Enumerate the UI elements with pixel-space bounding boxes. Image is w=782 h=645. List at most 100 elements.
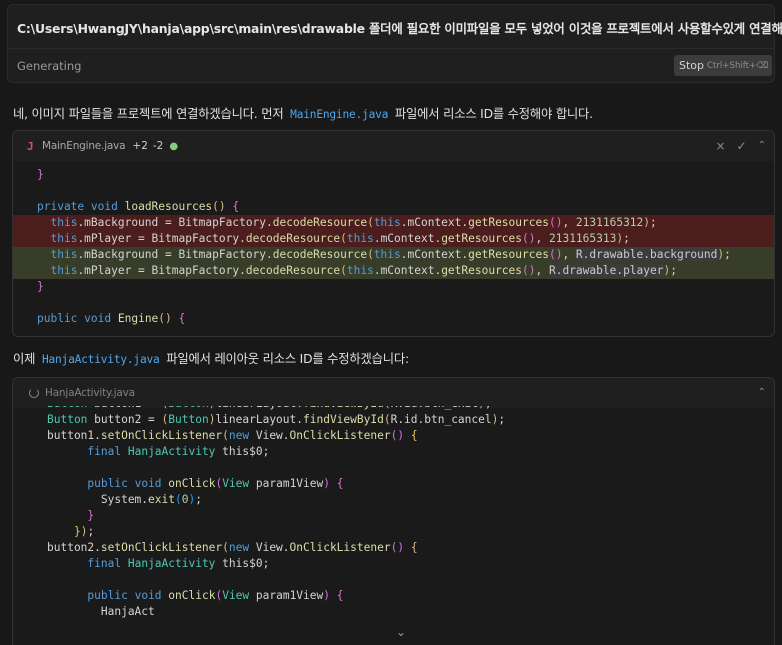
accept-check-icon[interactable]: ✓ — [737, 139, 747, 153]
code-line: public void Engine() { — [13, 311, 774, 327]
divider — [8, 48, 774, 49]
code-token: ( — [340, 264, 347, 277]
code-token: exit — [148, 493, 175, 506]
code-token: button1 = — [87, 406, 161, 410]
code-token: () — [548, 248, 563, 261]
code-token: } — [37, 280, 44, 293]
code-body[interactable]: } private void loadResources() { this.mBa… — [13, 161, 774, 336]
collapse-chevron-icon[interactable]: ⌃ — [758, 139, 766, 153]
code-token: decodeResource — [272, 248, 368, 261]
modified-dot-icon: ● — [169, 140, 179, 152]
collapse-chevron-icon[interactable]: ⌃ — [758, 386, 766, 400]
stop-button[interactable]: Stop Ctrl+Shift+⌫ — [674, 55, 772, 76]
code-body[interactable]: Button button1 = (Button)linearLayout.fi… — [13, 406, 774, 645]
stop-shortcut: Ctrl+Shift+⌫ — [707, 60, 769, 71]
scroll-down-chevron-icon[interactable]: ⌄ — [396, 625, 406, 639]
reject-close-icon[interactable]: × — [715, 139, 725, 153]
code-token: this — [50, 264, 78, 277]
code-token: ( — [383, 413, 391, 426]
code-line: button1.setOnClickListener(new View.OnCl… — [13, 428, 774, 444]
code-token: ( — [175, 493, 182, 506]
code-token: System. — [47, 493, 149, 506]
inline-code-file[interactable]: MainEngine.java — [287, 108, 391, 121]
code-token: R.drawable.player — [548, 264, 664, 277]
code-token: Button — [168, 406, 208, 410]
file-name[interactable]: MainEngine.java — [42, 140, 126, 152]
code-token: ) — [323, 589, 330, 602]
code-token: void — [134, 477, 162, 490]
code-token: View — [222, 589, 250, 602]
code-token: View. — [249, 541, 290, 554]
code-token: .mPlayer = BitmapFactory. — [77, 264, 246, 277]
code-token: new — [228, 541, 250, 554]
code-line: } — [13, 279, 774, 295]
code-block-header[interactable]: J MainEngine.java +2 -2 ● × ✓ ⌃ — [13, 131, 774, 161]
inline-code-file[interactable]: HanjaActivity.java — [39, 353, 163, 366]
code-token: param1View — [249, 589, 324, 602]
java-file-icon: J — [27, 139, 34, 153]
code-token: .mContext. — [373, 264, 442, 277]
code-token: R.drawable.background — [575, 248, 718, 261]
code-token: this$0; — [215, 445, 270, 458]
code-token: Button — [168, 413, 209, 426]
code-token: ; — [670, 264, 677, 277]
code-token: Button — [47, 406, 87, 410]
code-token: onClick — [168, 477, 216, 490]
code-line: final HanjaActivity this$0; — [13, 444, 774, 460]
code-token: getResources — [441, 264, 523, 277]
code-token: button2 = — [87, 413, 162, 426]
code-token: } — [37, 168, 44, 181]
prompt-card: C:\Users\HwangJY\hanja\app\src\main\res\… — [7, 4, 782, 83]
code-token: onClick — [168, 589, 216, 602]
code-token: decodeResource — [245, 232, 341, 245]
code-token: this — [50, 216, 78, 229]
code-token: findViewById — [303, 413, 384, 426]
code-token: getResources — [441, 232, 523, 245]
code-token: ; — [87, 525, 95, 538]
code-token: getResources — [468, 248, 549, 261]
code-token: ( — [222, 429, 229, 442]
code-token: ( — [367, 216, 374, 229]
message-text: 이제 — [13, 352, 39, 366]
code-line-removed: this.mPlayer = BitmapFactory.decodeResou… — [13, 231, 774, 247]
code-token: decodeResource — [272, 216, 368, 229]
code-token: setOnClickListener — [100, 429, 223, 442]
code-token: private — [37, 200, 85, 213]
code-block-header[interactable]: HanjaActivity.java ⌃ — [13, 378, 774, 408]
code-token: ; — [485, 406, 492, 410]
file-name[interactable]: HanjaActivity.java — [45, 387, 135, 399]
header-actions: × ✓ ⌃ — [715, 139, 766, 153]
code-line: public void onClick(View param1View) { — [13, 476, 774, 492]
code-line: button2.setOnClickListener(new View.OnCl… — [13, 540, 774, 556]
code-token: { — [336, 477, 344, 490]
code-token: .mContext. — [400, 216, 469, 229]
code-token: HanjaActivity — [127, 445, 216, 458]
code-token: HanjaAct — [47, 605, 155, 618]
code-token: button1. — [47, 429, 101, 442]
code-token: 2131165313 — [548, 232, 617, 245]
code-token: , — [535, 264, 549, 277]
code-token: ; — [724, 248, 731, 261]
code-token: R.id.btn_cancel — [390, 413, 492, 426]
stop-label: Stop — [679, 59, 705, 72]
status-text: Generating — [17, 59, 82, 73]
code-line: } — [13, 167, 774, 183]
code-block-main-engine: J MainEngine.java +2 -2 ● × ✓ ⌃ } private… — [12, 130, 775, 337]
code-token: 2131165312 — [575, 216, 644, 229]
code-line-removed: this.mBackground = BitmapFactory.decodeR… — [13, 215, 774, 231]
code-token: public — [87, 589, 128, 602]
message-text: 네, 이미지 파일들을 프로젝트에 연결하겠습니다. 먼저 — [13, 107, 288, 121]
code-token: ( — [340, 232, 347, 245]
code-token: this — [373, 248, 401, 261]
code-token: { — [410, 541, 418, 554]
